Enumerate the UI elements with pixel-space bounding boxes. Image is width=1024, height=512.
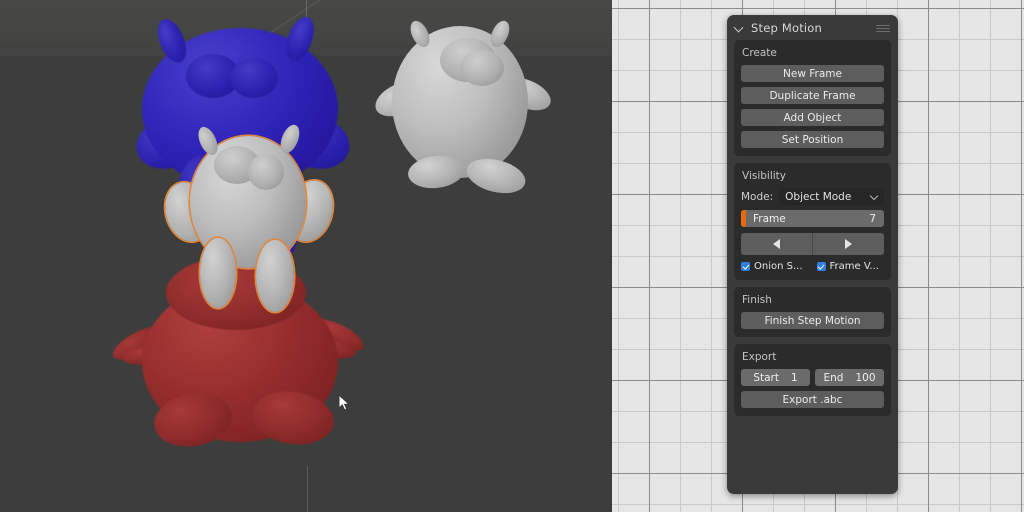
frame-step-buttons: [741, 233, 884, 255]
export-end-field[interactable]: End 100: [815, 369, 884, 386]
export-section: Export Start 1 End 100 Export .abc: [734, 344, 891, 416]
drag-grip-icon[interactable]: [876, 25, 890, 32]
frame-value: 7: [869, 213, 876, 225]
mode-label: Mode:: [741, 191, 773, 203]
export-range-row: Start 1 End 100: [741, 369, 884, 386]
create-section-title: Create: [742, 47, 884, 59]
export-abc-button[interactable]: Export .abc: [741, 391, 884, 408]
finish-section: Finish Finish Step Motion: [734, 287, 891, 337]
export-end-label: End: [823, 372, 843, 384]
step-motion-panel[interactable]: Step Motion Create New Frame Duplicate F…: [727, 15, 898, 494]
onion-skin-checkbox[interactable]: Onion S...: [741, 261, 809, 272]
visibility-section-title: Visibility: [742, 170, 884, 182]
visibility-checkbox-row: Onion S... Frame V...: [741, 261, 884, 272]
previous-frame-button[interactable]: [741, 233, 812, 255]
finish-section-title: Finish: [742, 294, 884, 306]
export-start-label: Start: [753, 372, 779, 384]
checkbox-checked-icon: [741, 262, 750, 271]
export-end-value: 100: [855, 372, 875, 384]
chevron-down-icon[interactable]: [735, 23, 744, 32]
triangle-right-icon: [845, 239, 852, 249]
frame-visibility-checkbox[interactable]: Frame V...: [817, 261, 885, 272]
new-frame-button[interactable]: New Frame: [741, 65, 884, 82]
mode-select-value: Object Mode: [785, 191, 851, 203]
frame-accent-bar: [741, 210, 746, 227]
chevron-down-icon: [870, 192, 878, 200]
mode-select[interactable]: Object Mode: [779, 188, 884, 205]
panel-title: Step Motion: [751, 21, 822, 35]
app-root: Step Motion Create New Frame Duplicate F…: [0, 0, 1024, 512]
frame-label: Frame: [753, 213, 786, 225]
create-section: Create New Frame Duplicate Frame Add Obj…: [734, 40, 891, 156]
add-object-button[interactable]: Add Object: [741, 109, 884, 126]
export-start-value: 1: [791, 372, 798, 384]
reference-character-mesh[interactable]: [378, 18, 548, 208]
export-section-title: Export: [742, 351, 884, 363]
finish-step-motion-button[interactable]: Finish Step Motion: [741, 312, 884, 329]
duplicate-frame-button[interactable]: Duplicate Frame: [741, 87, 884, 104]
3d-viewport[interactable]: [0, 0, 612, 512]
triangle-left-icon: [773, 239, 780, 249]
next-frame-button[interactable]: [812, 233, 884, 255]
frame-number-field[interactable]: Frame 7: [741, 210, 884, 227]
frame-visibility-label: Frame V...: [830, 261, 879, 272]
checkbox-checked-icon: [817, 262, 826, 271]
export-start-field[interactable]: Start 1: [741, 369, 810, 386]
onion-skin-label: Onion S...: [754, 261, 803, 272]
selected-character-mesh[interactable]: [168, 128, 328, 318]
set-position-button[interactable]: Set Position: [741, 131, 884, 148]
visibility-section: Visibility Mode: Object Mode Frame 7: [734, 163, 891, 280]
mode-row: Mode: Object Mode: [741, 188, 884, 205]
panel-header[interactable]: Step Motion: [727, 15, 898, 40]
